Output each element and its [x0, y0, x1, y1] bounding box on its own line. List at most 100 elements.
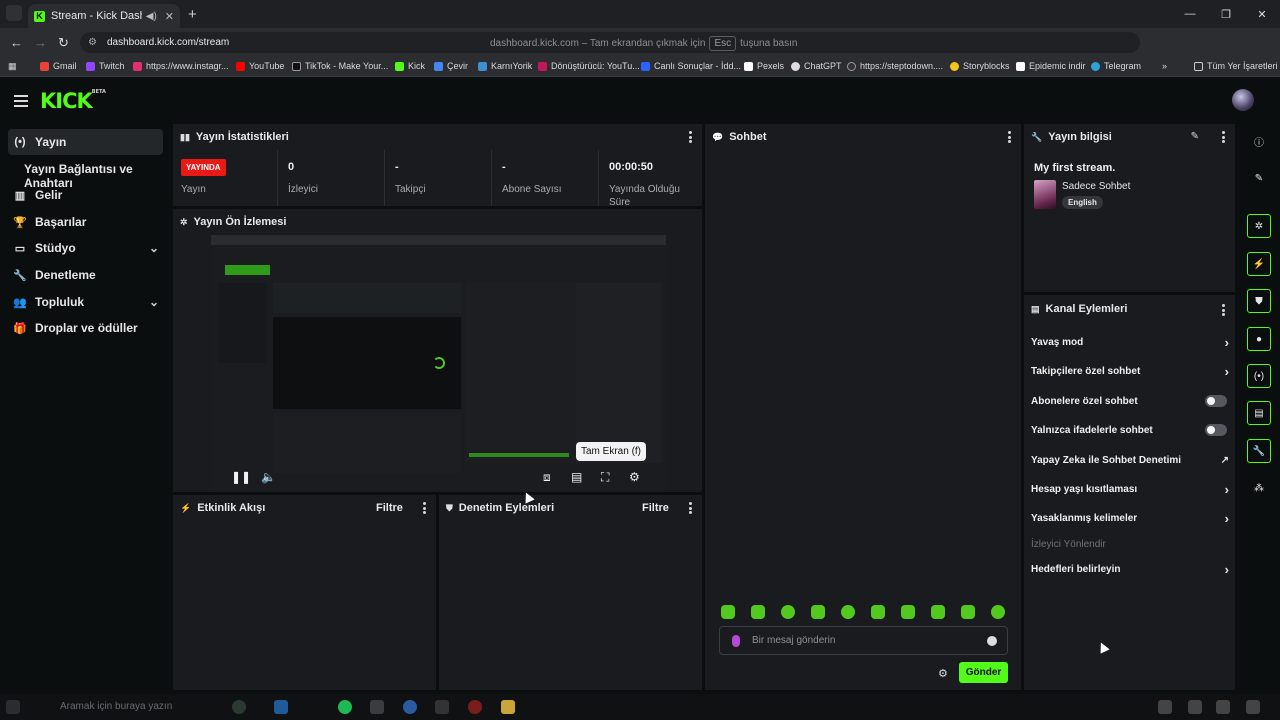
browser-tab[interactable]: K Stream - Kick Dashboard ◀) ✕: [28, 4, 180, 28]
chat-settings-icon[interactable]: ⚙: [938, 667, 948, 680]
emote-icon[interactable]: [871, 605, 885, 619]
tab-close-icon[interactable]: ✕: [165, 10, 174, 23]
bookmark-twitch[interactable]: Twitch: [86, 61, 125, 71]
settings-gear-icon[interactable]: ⚙: [629, 470, 640, 484]
chat-message-input[interactable]: Bir mesaj gönderin: [719, 626, 1008, 655]
spotify-icon[interactable]: [338, 700, 352, 714]
close-window-icon[interactable]: ✕: [1244, 8, 1280, 21]
action-ai-moderation[interactable]: Yapay Zeka ile Sohbet Denetimi ↗: [1031, 451, 1229, 469]
bookmark-instagram[interactable]: https://www.instagr...: [133, 61, 229, 71]
start-icon[interactable]: [6, 700, 20, 714]
all-bookmarks[interactable]: Tüm Yer İşaretleri: [1194, 61, 1278, 71]
menu-icon[interactable]: [14, 95, 28, 110]
subscribers-only-toggle[interactable]: [1205, 395, 1227, 407]
sidebar-item-achievements[interactable]: 🏆 Başarılar: [8, 209, 163, 235]
sidebar-item-stream[interactable]: (•) Yayın: [8, 129, 163, 155]
bookmarks-overflow-icon[interactable]: »: [1162, 61, 1167, 71]
user-avatar[interactable]: [1232, 89, 1254, 111]
microphone-icon[interactable]: [732, 634, 740, 647]
file-explorer-icon[interactable]: [501, 700, 515, 714]
tab-audio-icon[interactable]: ◀): [146, 11, 157, 22]
sidebar-item-revenue[interactable]: ▥ Gelir: [8, 182, 163, 208]
sidebar-item-studio[interactable]: ▭ Stüdyo ⌄: [8, 235, 163, 261]
bookmark-translate[interactable]: Çevir: [434, 61, 468, 71]
edit-pencil-icon[interactable]: ✎: [1191, 131, 1199, 142]
edit-pencil-icon[interactable]: ✎: [1247, 166, 1271, 190]
bookmark-storyblocks[interactable]: Storyblocks: [950, 61, 1010, 71]
emote-icon[interactable]: [901, 605, 915, 619]
emote-icon[interactable]: [721, 605, 735, 619]
wrench-icon[interactable]: 🔧: [1247, 439, 1271, 463]
bookmark-telegram[interactable]: Telegram: [1091, 61, 1141, 71]
theater-mode-icon[interactable]: ▤: [571, 470, 582, 484]
taskbar-app-icon[interactable]: [232, 700, 246, 714]
tray-icon[interactable]: [1246, 700, 1260, 714]
tray-icon[interactable]: [1216, 700, 1230, 714]
minimize-icon[interactable]: —: [1172, 8, 1208, 20]
action-account-age[interactable]: Hesap yaşı kısıtlaması ›: [1031, 480, 1229, 498]
broadcast-icon[interactable]: (•): [1247, 364, 1271, 388]
bookmark-chatgpt[interactable]: ChatGPT: [791, 61, 842, 71]
new-tab-button[interactable]: +: [188, 6, 197, 23]
fullscreen-icon[interactable]: ⛶: [601, 470, 609, 485]
emoji-picker-icon[interactable]: [987, 636, 997, 646]
sidebar-item-community[interactable]: 👥 Topluluk ⌄: [8, 289, 163, 315]
sidebar-item-moderation[interactable]: 🔧 Denetleme: [8, 262, 163, 288]
chrome-icon[interactable]: [370, 700, 384, 714]
layout-icon[interactable]: ▤: [1247, 401, 1271, 425]
back-icon[interactable]: ←: [10, 35, 23, 50]
bookmark-kick[interactable]: Kick: [395, 61, 425, 71]
tray-icon[interactable]: [1188, 700, 1202, 714]
restore-icon[interactable]: ❐: [1208, 8, 1244, 21]
taskbar-app-icon[interactable]: [468, 700, 482, 714]
more-options-icon[interactable]: [1008, 131, 1011, 145]
send-button[interactable]: Gönder: [959, 662, 1008, 683]
bookmark-epidemic[interactable]: Epidemic indir: [1016, 61, 1086, 71]
info-icon[interactable]: ⓘ: [1247, 129, 1271, 153]
bookmark-gmail[interactable]: Gmail: [40, 61, 77, 71]
bookmark-live-scores[interactable]: Canlı Sonuçlar - İdd...: [641, 61, 741, 71]
emote-icon[interactable]: [841, 605, 855, 619]
taskbar-search[interactable]: Aramak için buraya yazın: [60, 701, 172, 712]
action-banned-words[interactable]: Yasaklanmış kelimeler ›: [1031, 509, 1229, 527]
taskbar-app-icon[interactable]: [435, 700, 449, 714]
tray-icon[interactable]: [1158, 700, 1172, 714]
action-slow-mode[interactable]: Yavaş mod ›: [1031, 333, 1229, 351]
taskbar-app-icon[interactable]: [274, 700, 288, 714]
add-widget-icon[interactable]: ⁂: [1247, 476, 1271, 500]
bookmark-youtube[interactable]: YouTube: [236, 61, 284, 71]
more-options-icon[interactable]: [1222, 304, 1225, 318]
emote-icon[interactable]: [991, 605, 1005, 619]
emote-icon[interactable]: [811, 605, 825, 619]
lightning-icon[interactable]: ⚡: [1247, 252, 1271, 276]
more-options-icon[interactable]: [689, 131, 692, 145]
emote-icon[interactable]: [931, 605, 945, 619]
emotes-only-toggle[interactable]: [1205, 424, 1227, 436]
kick-logo[interactable]: KICKBETA: [40, 89, 106, 113]
site-info-icon[interactable]: ⚙: [88, 37, 97, 48]
action-followers-only[interactable]: Takipçilere özel sohbet ›: [1031, 362, 1229, 380]
bookmark-steptodown[interactable]: https://steptodown....: [847, 61, 943, 71]
activity-filter-button[interactable]: Filtre: [376, 502, 403, 514]
chat-bubble-icon[interactable]: ●: [1247, 327, 1271, 351]
tab-search-button[interactable]: [6, 5, 22, 21]
emote-icon[interactable]: [781, 605, 795, 619]
forward-icon[interactable]: →: [34, 35, 47, 50]
preview-toggle-icon[interactable]: ✲: [1247, 214, 1271, 238]
emote-icon[interactable]: [961, 605, 975, 619]
emote-icon[interactable]: [751, 605, 765, 619]
bookmark-converter[interactable]: Dönüştürücü: YouTu...: [538, 61, 640, 71]
moderation-filter-button[interactable]: Filtre: [642, 502, 669, 514]
sidebar-item-drops[interactable]: 🎁 Droplar ve ödüller: [8, 315, 163, 341]
reload-icon[interactable]: ↻: [58, 35, 69, 51]
bookmark-tiktok[interactable]: TikTok - Make Your...: [292, 61, 388, 71]
taskbar-app-icon[interactable]: [403, 700, 417, 714]
action-set-goals[interactable]: Hedefleri belirleyin ›: [1031, 560, 1229, 578]
bookmark-pexels[interactable]: Pexels: [744, 61, 784, 71]
more-options-icon[interactable]: [423, 502, 426, 516]
bookmark-karniyorik[interactable]: KarnıYorik: [478, 61, 532, 71]
more-options-icon[interactable]: [689, 502, 692, 516]
pause-icon[interactable]: ❚❚: [231, 470, 251, 484]
picture-in-picture-icon[interactable]: ⧈: [543, 470, 551, 485]
more-options-icon[interactable]: [1222, 131, 1225, 145]
